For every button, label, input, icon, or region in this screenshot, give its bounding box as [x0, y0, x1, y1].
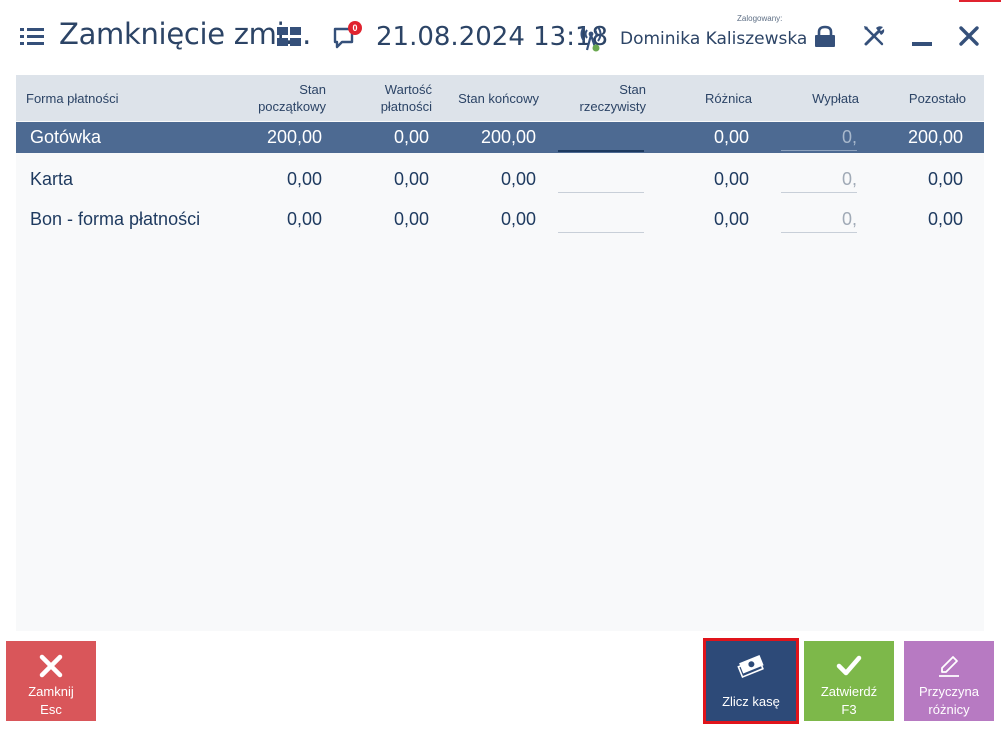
column-header-wyplata: Wypłata — [812, 91, 859, 106]
cell-stan-poczatkowy: 0,00 — [286, 209, 322, 229]
user-name: Dominika Kaliszewska — [620, 29, 808, 49]
cell-stan-koncowy: 200,00 — [480, 127, 536, 147]
table-row[interactable]: Bon - forma płatności 0,00 0,00 0,00 0,0… — [16, 204, 984, 235]
payments-table: Forma płatności Stan początkowy Wartość … — [16, 75, 984, 631]
checkmark-icon — [836, 655, 862, 676]
cell-pozostalo: 0,00 — [927, 169, 963, 189]
column-header-stan-koncowy: Stan końcowy — [458, 91, 539, 106]
column-header-forma: Forma płatności — [26, 91, 119, 106]
stan-rzeczywisty-input[interactable] — [558, 192, 644, 193]
tools-icon[interactable] — [862, 24, 886, 48]
cell-pozostalo: 0,00 — [927, 209, 963, 229]
cell-stan-koncowy: 0,00 — [500, 209, 536, 229]
column-header-line: Stan — [619, 82, 646, 97]
cell-roznica: 0,00 — [713, 127, 749, 147]
table-row[interactable]: Gotówka 200,00 0,00 200,00 0,00 0, 200,0… — [16, 122, 984, 153]
logged-in-label: Zalogowany: — [737, 14, 783, 23]
close-button-shortcut: Esc — [40, 702, 62, 717]
cell-stan-koncowy: 0,00 — [500, 169, 536, 189]
datetime-display: 21.08.2024 13:18 — [376, 22, 609, 52]
money-icon — [737, 655, 764, 679]
close-icon[interactable] — [958, 25, 980, 47]
minimize-icon[interactable] — [912, 42, 932, 46]
window-accent — [959, 0, 1001, 2]
cell-stan-poczatkowy: 200,00 — [266, 127, 322, 147]
wyplata-input[interactable]: 0, — [781, 204, 857, 235]
cell-forma: Karta — [30, 169, 74, 189]
column-header-stan-poczatkowy: Stan początkowy — [216, 81, 326, 115]
stan-rzeczywisty-input[interactable] — [558, 232, 644, 233]
page-title: Zamknięcie zmi... — [59, 17, 312, 51]
table-header: Forma płatności Stan początkowy Wartość … — [16, 75, 984, 121]
close-button[interactable]: Zamknij Esc — [6, 641, 96, 721]
menu-icon[interactable] — [20, 28, 44, 46]
notifications-badge: 0 — [348, 21, 362, 35]
cell-wartosc: 0,00 — [393, 127, 429, 147]
pencil-icon — [939, 656, 959, 677]
confirm-button[interactable]: Zatwierdź F3 — [804, 641, 894, 721]
column-header-roznica: Różnica — [705, 91, 752, 106]
column-header-line: płatności — [380, 99, 432, 114]
column-header-stan-rzeczywisty: Stan rzeczywisty — [536, 81, 646, 115]
column-header-line: rzeczywisty — [579, 99, 646, 114]
column-header-line: początkowy — [258, 99, 326, 114]
column-header-wartosc: Wartość płatności — [326, 81, 432, 115]
wyplata-input[interactable]: 0, — [781, 122, 857, 153]
confirm-button-shortcut: F3 — [841, 702, 857, 717]
cell-wartosc: 0,00 — [393, 169, 429, 189]
difference-reason-button[interactable]: Przyczyna różnicy — [904, 641, 994, 721]
wyplata-input[interactable]: 0, — [781, 164, 857, 195]
table-row[interactable]: Karta 0,00 0,00 0,00 0,00 0, 0,00 — [16, 164, 984, 195]
count-cash-label: Zlicz kasę — [722, 694, 780, 709]
confirm-button-label: Zatwierdź — [820, 684, 878, 699]
wyplata-underline — [781, 150, 857, 151]
wyplata-underline — [781, 192, 857, 193]
column-header-line: Stan — [299, 82, 326, 97]
cell-pozostalo: 200,00 — [907, 127, 963, 147]
cell-roznica: 0,00 — [713, 209, 749, 229]
close-button-label: Zamknij — [28, 684, 74, 699]
cell-forma: Bon - forma płatności — [30, 209, 201, 229]
cell-wartosc: 0,00 — [393, 209, 429, 229]
tiles-icon[interactable] — [277, 27, 302, 47]
cell-roznica: 0,00 — [713, 169, 749, 189]
stan-rzeczywisty-input[interactable] — [558, 150, 644, 152]
header-bar: Zamknięcie zmi... 0 21.08.2024 13:18 Zal… — [0, 0, 1001, 75]
column-header-line: Wartość — [384, 82, 432, 97]
wyplata-underline — [781, 232, 857, 233]
reason-button-label-2: różnicy — [928, 702, 970, 717]
close-x-icon — [39, 654, 63, 678]
column-header-pozostalo: Pozostało — [908, 91, 966, 106]
cell-forma: Gotówka — [30, 127, 102, 147]
lock-icon[interactable] — [813, 25, 837, 49]
reason-button-label-1: Przyczyna — [919, 684, 979, 699]
count-cash-button[interactable]: Zlicz kasę — [703, 638, 799, 724]
cell-stan-poczatkowy: 0,00 — [286, 169, 322, 189]
connection-icon — [578, 23, 604, 53]
